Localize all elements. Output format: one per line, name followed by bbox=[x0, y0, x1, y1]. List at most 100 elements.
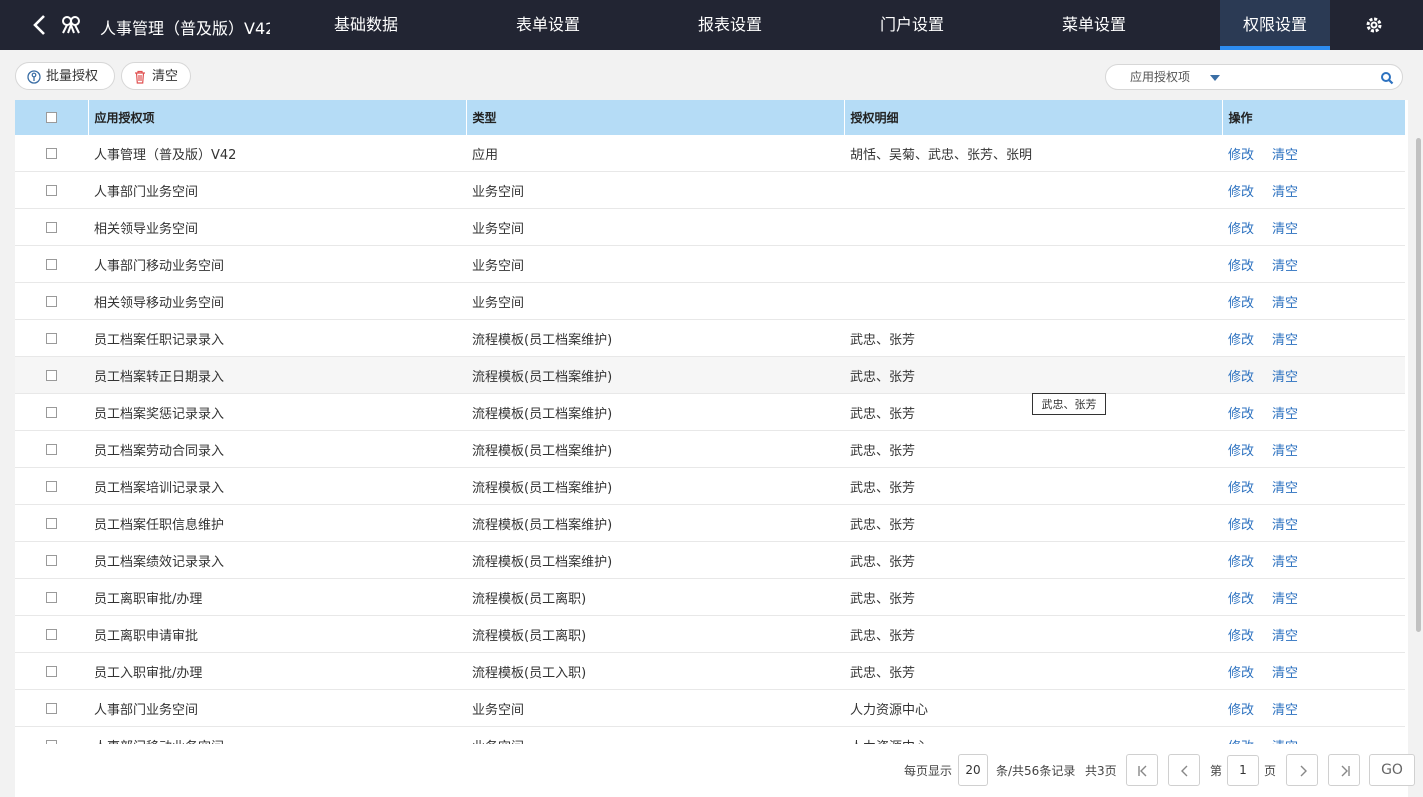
table-row[interactable]: 员工档案任职信息维护 流程模板(员工档案维护) 武忠、张芳 修改 清空 bbox=[15, 504, 1405, 542]
tab-basic-data[interactable]: 基础数据 bbox=[275, 0, 457, 50]
row-type: 流程模板(员工档案维护) bbox=[466, 356, 844, 394]
row-checkbox[interactable] bbox=[46, 554, 57, 566]
column-header-type[interactable]: 类型 bbox=[466, 100, 845, 135]
tab-permission-settings[interactable]: 权限设置 bbox=[1220, 0, 1330, 50]
table-row[interactable]: 员工档案绩效记录录入 流程模板(员工档案维护) 武忠、张芳 修改 清空 bbox=[15, 541, 1405, 579]
clear-link[interactable]: 清空 bbox=[1272, 518, 1298, 533]
edit-link[interactable]: 修改 bbox=[1228, 592, 1254, 607]
clear-link[interactable]: 清空 bbox=[1272, 259, 1298, 274]
table-row[interactable]: 员工档案奖惩记录录入 流程模板(员工档案维护) 武忠、张芳 修改 清空 bbox=[15, 393, 1405, 431]
row-checkbox[interactable] bbox=[46, 295, 57, 307]
search-field-select[interactable]: 应用授权项 bbox=[1130, 65, 1190, 89]
table-row[interactable]: 人事部门移动业务空间业务空间人力资源中心修改清空 bbox=[15, 726, 1405, 744]
row-checkbox[interactable] bbox=[46, 443, 57, 455]
caret-down-icon[interactable] bbox=[1210, 75, 1220, 81]
table-row[interactable]: 人事管理（普及版）V42 应用 胡恬、吴菊、武忠、张芳、张明 修改 清空 bbox=[15, 135, 1405, 172]
table-row[interactable]: 员工档案转正日期录入 流程模板(员工档案维护) 武忠、张芳 修改 清空 bbox=[15, 356, 1405, 394]
clear-link[interactable]: 清空 bbox=[1272, 185, 1298, 200]
row-checkbox[interactable] bbox=[46, 406, 57, 418]
row-type: 流程模板(员工档案维护) bbox=[466, 430, 844, 468]
column-header-item[interactable]: 应用授权项 bbox=[88, 100, 467, 135]
edit-link[interactable]: 修改 bbox=[1228, 185, 1254, 200]
per-page-input[interactable]: 20 bbox=[958, 754, 988, 786]
clear-link[interactable]: 清空 bbox=[1272, 148, 1298, 163]
row-checkbox[interactable] bbox=[46, 517, 57, 529]
tab-form-settings[interactable]: 表单设置 bbox=[457, 0, 639, 50]
search-icon[interactable] bbox=[1380, 71, 1394, 85]
edit-link[interactable]: 修改 bbox=[1228, 518, 1254, 533]
clear-link[interactable]: 清空 bbox=[1272, 592, 1298, 607]
row-checkbox[interactable] bbox=[46, 591, 57, 603]
row-checkbox[interactable] bbox=[46, 480, 57, 492]
clear-link[interactable]: 清空 bbox=[1272, 555, 1298, 570]
row-detail bbox=[844, 171, 1222, 209]
row-checkbox[interactable] bbox=[46, 258, 57, 270]
edit-link[interactable]: 修改 bbox=[1228, 296, 1254, 311]
edit-link[interactable]: 修改 bbox=[1228, 259, 1254, 274]
clear-link[interactable]: 清空 bbox=[1272, 703, 1298, 718]
tab-report-settings[interactable]: 报表设置 bbox=[639, 0, 821, 50]
edit-link[interactable]: 修改 bbox=[1228, 407, 1254, 422]
table-row[interactable]: 员工档案培训记录录入 流程模板(员工档案维护) 武忠、张芳 修改 清空 bbox=[15, 467, 1405, 505]
clear-link[interactable]: 清空 bbox=[1272, 333, 1298, 348]
edit-link[interactable]: 修改 bbox=[1228, 444, 1254, 459]
table-row[interactable]: 相关领导移动业务空间 业务空间 修改 清空 bbox=[15, 282, 1405, 320]
clear-link[interactable]: 清空 bbox=[1272, 666, 1298, 681]
clear-all-button[interactable]: 清空 bbox=[121, 62, 191, 90]
row-type: 应用 bbox=[466, 135, 844, 172]
table-row[interactable]: 人事部门移动业务空间 业务空间 修改 清空 bbox=[15, 245, 1405, 283]
row-checkbox[interactable] bbox=[46, 332, 57, 344]
table-row[interactable]: 人事部门业务空间 业务空间 修改 清空 bbox=[15, 171, 1405, 209]
batch-authorize-button[interactable]: 批量授权 bbox=[15, 62, 115, 90]
select-all-checkbox[interactable] bbox=[45, 112, 57, 123]
clear-link[interactable]: 清空 bbox=[1272, 629, 1298, 644]
edit-link[interactable]: 修改 bbox=[1228, 555, 1254, 570]
row-checkbox[interactable] bbox=[46, 702, 57, 714]
tab-portal-settings[interactable]: 门户设置 bbox=[821, 0, 1003, 50]
table-row[interactable]: 员工档案任职记录录入 流程模板(员工档案维护) 武忠、张芳 修改 清空 bbox=[15, 319, 1405, 357]
back-button[interactable] bbox=[30, 13, 50, 37]
last-page-button[interactable] bbox=[1328, 754, 1360, 786]
app-logo-icon bbox=[60, 14, 82, 36]
search-input[interactable] bbox=[1231, 67, 1375, 89]
edit-link[interactable]: 修改 bbox=[1228, 629, 1254, 644]
row-checkbox[interactable] bbox=[46, 147, 57, 159]
row-checkbox[interactable] bbox=[46, 665, 57, 677]
row-checkbox[interactable] bbox=[46, 369, 57, 381]
edit-link[interactable]: 修改 bbox=[1228, 222, 1254, 237]
page-number-input[interactable]: 1 bbox=[1227, 755, 1259, 786]
prev-page-button[interactable] bbox=[1168, 754, 1200, 786]
tab-menu-settings[interactable]: 菜单设置 bbox=[1003, 0, 1185, 50]
go-button[interactable]: GO bbox=[1369, 754, 1415, 786]
row-checkbox[interactable] bbox=[46, 628, 57, 640]
table-row[interactable]: 员工档案劳动合同录入 流程模板(员工档案维护) 武忠、张芳 修改 清空 bbox=[15, 430, 1405, 468]
settings-button[interactable] bbox=[1364, 15, 1384, 35]
next-page-button[interactable] bbox=[1286, 754, 1318, 786]
table-row[interactable]: 员工离职申请审批 流程模板(员工离职) 武忠、张芳 修改 清空 bbox=[15, 615, 1405, 653]
row-checkbox[interactable] bbox=[46, 184, 57, 196]
edit-link[interactable]: 修改 bbox=[1228, 481, 1254, 496]
clear-link[interactable]: 清空 bbox=[1272, 407, 1298, 422]
vertical-scrollbar[interactable] bbox=[1416, 138, 1421, 632]
row-select-cell bbox=[15, 430, 88, 468]
clear-link[interactable]: 清空 bbox=[1272, 370, 1298, 385]
clear-link[interactable]: 清空 bbox=[1272, 481, 1298, 496]
edit-link[interactable]: 修改 bbox=[1228, 703, 1254, 718]
edit-link[interactable]: 修改 bbox=[1228, 370, 1254, 385]
clear-link[interactable]: 清空 bbox=[1272, 296, 1298, 311]
row-type: 流程模板(员工离职) bbox=[466, 615, 844, 653]
row-detail: 武忠、张芳 bbox=[844, 430, 1222, 468]
column-header-detail[interactable]: 授权明细 bbox=[844, 100, 1223, 135]
edit-link[interactable]: 修改 bbox=[1228, 666, 1254, 681]
row-checkbox[interactable] bbox=[46, 221, 57, 233]
edit-link[interactable]: 修改 bbox=[1228, 148, 1254, 163]
table-row[interactable]: 员工离职审批/办理 流程模板(员工离职) 武忠、张芳 修改 清空 bbox=[15, 578, 1405, 616]
table-row[interactable]: 相关领导业务空间 业务空间 修改 清空 bbox=[15, 208, 1405, 246]
clear-link[interactable]: 清空 bbox=[1272, 444, 1298, 459]
table-row[interactable]: 员工入职审批/办理 流程模板(员工入职) 武忠、张芳 修改 清空 bbox=[15, 652, 1405, 690]
clear-link[interactable]: 清空 bbox=[1272, 222, 1298, 237]
table-row[interactable]: 人事部门业务空间 业务空间 人力资源中心 修改 清空 bbox=[15, 689, 1405, 727]
edit-link[interactable]: 修改 bbox=[1228, 333, 1254, 348]
first-page-button[interactable] bbox=[1126, 754, 1158, 786]
row-type: 业务空间 bbox=[466, 171, 844, 209]
